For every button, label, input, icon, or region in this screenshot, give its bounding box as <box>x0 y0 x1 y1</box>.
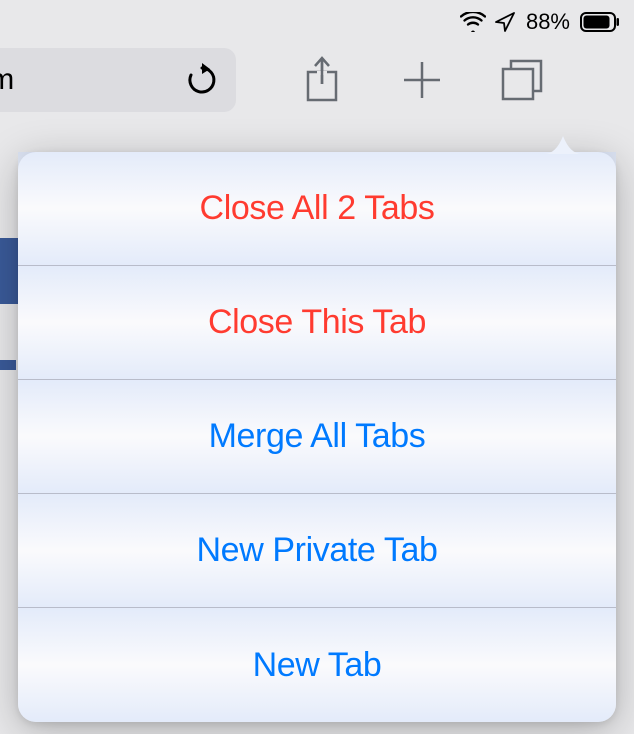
merge-all-tabs-item[interactable]: Merge All Tabs <box>18 380 616 494</box>
wifi-icon <box>460 12 486 32</box>
address-bar[interactable]: com <box>0 48 236 112</box>
battery-icon <box>580 12 620 32</box>
popover-arrow <box>544 134 582 154</box>
menu-item-label: Close All 2 Tabs <box>200 189 435 228</box>
menu-item-label: New Tab <box>253 646 382 685</box>
new-tab-item[interactable]: New Tab <box>18 608 616 722</box>
background-content <box>0 360 16 370</box>
location-icon <box>494 11 516 33</box>
new-tab-button[interactable] <box>398 56 446 104</box>
menu-item-label: Close This Tab <box>208 303 426 342</box>
browser-toolbar: com <box>0 38 634 138</box>
tabs-context-menu: Close All 2 Tabs Close This Tab Merge Al… <box>18 152 616 722</box>
menu-item-label: Merge All Tabs <box>209 417 426 456</box>
url-text: com <box>0 63 14 97</box>
close-this-tab-item[interactable]: Close This Tab <box>18 266 616 380</box>
share-button[interactable] <box>298 56 346 104</box>
close-all-tabs-item[interactable]: Close All 2 Tabs <box>18 152 616 266</box>
new-private-tab-item[interactable]: New Private Tab <box>18 494 616 608</box>
menu-item-label: New Private Tab <box>197 531 438 570</box>
battery-percentage: 88% <box>526 9 570 35</box>
tabs-button[interactable] <box>498 56 546 104</box>
reload-button[interactable] <box>184 62 220 98</box>
status-bar: 88% <box>0 0 634 38</box>
